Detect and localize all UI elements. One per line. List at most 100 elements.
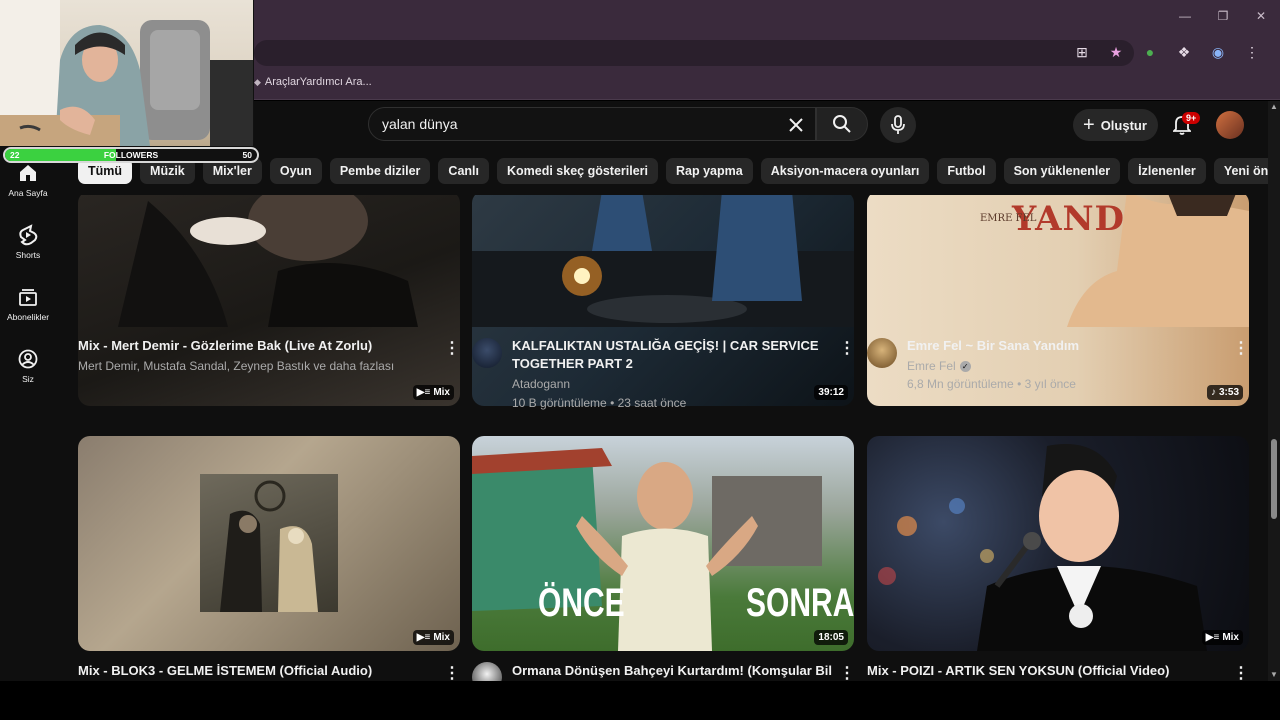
filter-chip[interactable]: Pembe diziler	[329, 158, 431, 184]
followers-label: FOLLOWERS	[103, 150, 159, 160]
thumbnail-after-text: SONRA	[746, 581, 854, 625]
more-options-icon[interactable]: ⋮	[444, 663, 460, 681]
restore-icon[interactable]: ❐	[1204, 0, 1242, 32]
mix-icon: ▶≡	[416, 387, 431, 398]
filter-chip[interactable]: Oyun	[269, 158, 322, 184]
music-note-icon: ♪	[1210, 387, 1216, 398]
guide-item-you[interactable]: Siz	[0, 347, 56, 403]
bookmark-item[interactable]: ◆ AraçlarYardımcı Ara...	[254, 76, 372, 88]
filter-chip[interactable]: İzlenenler	[1128, 158, 1206, 184]
plus-icon: +	[1083, 114, 1095, 136]
filter-chip[interactable]: Aksiyon-macera oyunları	[760, 158, 930, 184]
guide-item-label: Siz	[22, 374, 34, 384]
mix-icon: ▶≡	[416, 632, 431, 643]
more-options-icon[interactable]: ⋮	[839, 663, 855, 681]
filter-chip[interactable]: Futbol	[937, 158, 996, 184]
letterbox-bottom	[0, 681, 1280, 720]
filter-chip[interactable]: Yeni öneriler	[1213, 158, 1268, 184]
extension-icon[interactable]: ●	[1140, 42, 1160, 62]
bookmark-label: AraçlarYardımcı Ara...	[264, 76, 372, 88]
duration-badge: ♪ 3:53	[1206, 385, 1243, 400]
more-options-icon[interactable]: ⋮	[839, 338, 855, 358]
webcam-overlay	[0, 0, 254, 146]
channel-avatar[interactable]	[867, 338, 897, 368]
duration-badge: ▶≡ Mix	[412, 385, 454, 400]
duration-badge: 39:12	[814, 385, 848, 400]
create-button[interactable]: + Oluştur	[1073, 109, 1158, 141]
guide-item-label: Abonelikler	[6, 312, 50, 322]
address-bar-icons: ⊞ ★ ● ❖ ◉ ⋮	[1072, 42, 1262, 62]
profile-icon[interactable]: ◉	[1208, 42, 1228, 62]
url-field[interactable]	[254, 40, 1134, 66]
filter-chip[interactable]: Komedi skeç gösterileri	[496, 158, 659, 184]
video-stats: 10 B görüntüleme • 23 saat önce	[512, 396, 687, 410]
video-title[interactable]: Mix - Mert Demir - Gözlerime Bak (Live A…	[78, 337, 428, 355]
video-title[interactable]: Ormana Dönüşen Bahçeyi Kurtardım! (Komşu…	[512, 662, 832, 680]
video-title[interactable]: KALFALIKTAN USTALIĞA GEÇİŞ! | CAR SERVIC…	[512, 337, 832, 373]
video-thumbnail[interactable]: ▶≡ Mix	[867, 436, 1249, 651]
guide-item-label: Shorts	[15, 250, 41, 260]
duration-badge: ▶≡ Mix	[1201, 630, 1243, 645]
video-title-line: TOGETHER PART 2	[512, 356, 633, 371]
guide-item-label: Ana Sayfa	[8, 188, 48, 198]
voice-search-button[interactable]	[880, 107, 916, 143]
video-thumbnail[interactable]: ▶≡ Mix	[78, 436, 460, 651]
kebab-icon[interactable]: ⋮	[1242, 42, 1262, 62]
guide-item-shorts[interactable]: Shorts	[0, 223, 56, 279]
home-icon	[16, 161, 40, 185]
video-stats: 6,8 Mn görüntüleme • 3 yıl önce	[907, 377, 1076, 391]
thumbnail-before-text: ÖNCE	[538, 581, 625, 625]
channel-name[interactable]: Emre Fel ✓	[907, 357, 971, 375]
mix-icon: ▶≡	[1205, 632, 1220, 643]
followers-goal: 50	[242, 150, 252, 160]
channel-avatar[interactable]	[472, 338, 502, 368]
channel-name[interactable]: Mert Demir, Mustafa Sandal, Zeynep Bastı…	[78, 357, 438, 375]
search-button[interactable]	[816, 107, 868, 141]
close-icon[interactable]: ✕	[1242, 0, 1280, 32]
scrollbar-thumb[interactable]	[1271, 439, 1277, 519]
filter-chip[interactable]: Rap yapma	[666, 158, 753, 184]
video-thumbnail[interactable]: ÖNCE SONRA 18:05	[472, 436, 854, 651]
window-controls: — ❐ ✕	[1166, 0, 1280, 32]
guide-item-home[interactable]: Ana Sayfa	[0, 161, 56, 217]
more-options-icon[interactable]: ⋮	[1233, 663, 1249, 681]
video-feed: ▶≡ Mix Mix - Mert Demir - Gözlerime Bak …	[0, 195, 1268, 681]
shorts-icon	[16, 223, 40, 247]
notification-badge: 9+	[1182, 112, 1201, 124]
avatar[interactable]	[1216, 111, 1244, 139]
filter-chip[interactable]: Canlı	[438, 158, 489, 184]
channel-name-text: Emre Fel	[907, 359, 956, 373]
puzzle-icon[interactable]: ❖	[1174, 42, 1194, 62]
channel-name[interactable]: Atadogann	[512, 375, 570, 393]
more-options-icon[interactable]: ⋮	[1233, 338, 1249, 358]
create-label: Oluştur	[1100, 117, 1147, 133]
scroll-up-icon[interactable]: ▲	[1270, 103, 1278, 111]
scroll-down-icon[interactable]: ▼	[1270, 671, 1278, 679]
clear-search-icon[interactable]	[783, 112, 809, 138]
subscriptions-icon	[16, 285, 40, 309]
video-title[interactable]: Emre Fel ~ Bir Sana Yandım	[907, 337, 1227, 355]
search-box[interactable]: yalan dünya	[368, 107, 816, 141]
webcam-feed	[0, 0, 253, 146]
minimize-icon[interactable]: —	[1166, 0, 1204, 32]
microphone-icon	[891, 115, 905, 134]
page-scrollbar[interactable]: ▲ ▼	[1268, 101, 1280, 681]
more-options-icon[interactable]: ⋮	[444, 338, 460, 358]
followers-goal-bar: 22 FOLLOWERS 50	[3, 147, 259, 163]
search-icon	[833, 115, 851, 133]
search-input[interactable]: yalan dünya	[382, 116, 458, 132]
star-icon[interactable]: ★	[1106, 42, 1126, 62]
video-title[interactable]: Mix - POIZI - ARTIK SEN YOKSUN (Official…	[867, 662, 1217, 680]
install-icon[interactable]: ⊞	[1072, 42, 1092, 62]
youtube-page: yalan dünya + Oluştur 9+ Tümü Müzik Mix'le…	[0, 101, 1268, 681]
album-cover	[200, 474, 338, 612]
guide-item-subscriptions[interactable]: Abonelikler	[0, 285, 56, 341]
filter-chip[interactable]: Son yüklenenler	[1003, 158, 1121, 184]
bookmark-favicon-icon: ◆	[254, 76, 261, 87]
video-title-line: KALFALIKTAN USTALIĞA GEÇİŞ! | CAR SERVIC…	[512, 338, 819, 353]
channel-avatar[interactable]	[472, 662, 502, 681]
duration-badge: 18:05	[814, 630, 848, 645]
verified-icon: ✓	[959, 360, 971, 372]
chips-bar: Tümü Müzik Mix'ler Oyun Pembe diziler Canlı Ko…	[78, 158, 1268, 184]
video-title[interactable]: Mix - BLOK3 - GELME İSTEMEM (Official Au…	[78, 662, 428, 680]
